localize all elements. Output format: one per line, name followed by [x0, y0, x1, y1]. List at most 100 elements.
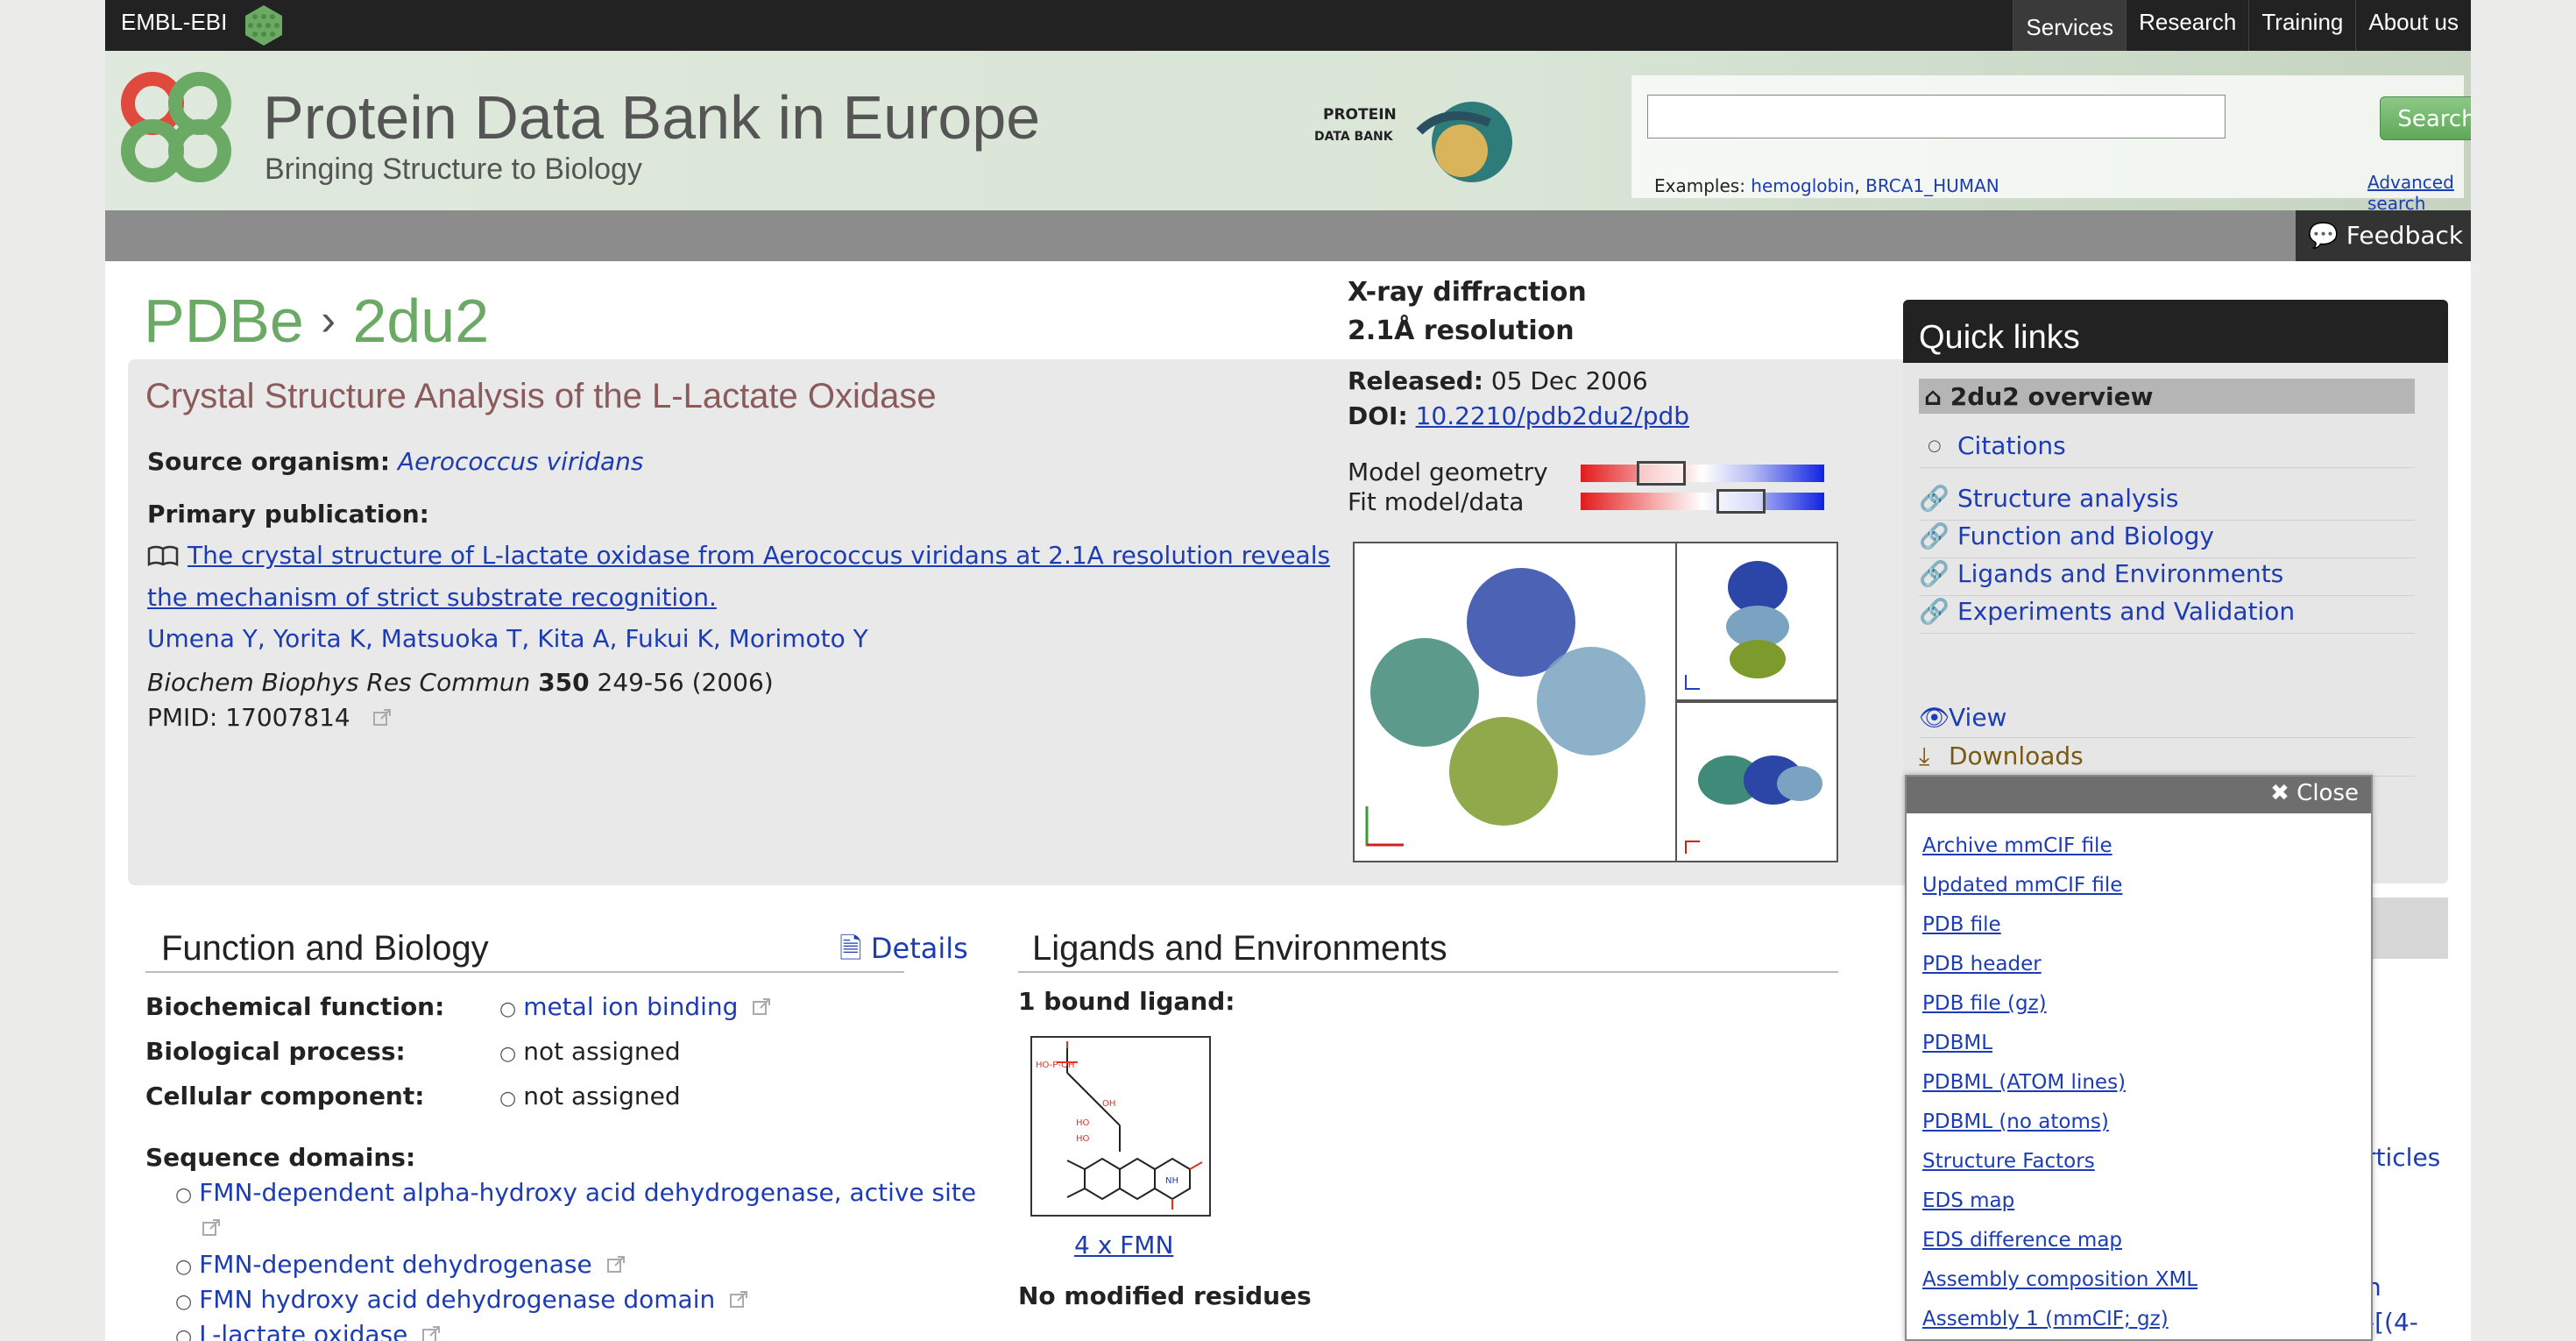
external-link-icon[interactable]	[752, 997, 771, 1017]
function-biology-title: Function and Biology	[161, 929, 489, 968]
download-item[interactable]: EDS difference map	[1922, 1229, 2122, 1252]
example-brca1[interactable]: BRCA1_HUMAN	[1865, 175, 1999, 196]
pdbe-masthead: Protein Data Bank in Europe Bringing Str…	[105, 51, 2471, 214]
close-button[interactable]: ✖ Close	[2270, 780, 2359, 806]
link-icon: 🔗	[1919, 484, 1950, 513]
document-icon: 🗎	[839, 932, 862, 965]
download-item[interactable]: EDS map	[1922, 1189, 2014, 1212]
pdbe-logo[interactable]	[119, 70, 233, 184]
download-item[interactable]: PDB file	[1922, 913, 2001, 936]
breadcrumb-entry-id: 2du2	[352, 287, 490, 355]
ebi-nav: Services Research Training About us	[2013, 0, 2471, 51]
publication-title-link[interactable]: The crystal structure of L-lactate oxida…	[147, 541, 1330, 612]
download-item[interactable]: PDBML	[1922, 1032, 1992, 1054]
biological-process-label: Biological process:	[145, 1037, 406, 1066]
quick-link-downloads[interactable]: ⤓ Downloads	[1919, 741, 2415, 777]
biochemical-function-value: ○ metal ion binding	[499, 992, 771, 1021]
sequence-domain-link[interactable]: FMN hydroxy acid dehydrogenase domain	[199, 1285, 715, 1314]
download-item[interactable]: Assembly composition XML	[1922, 1268, 2197, 1291]
quick-link-structure-analysis[interactable]: 🔗 Structure analysis	[1919, 484, 2415, 521]
validation-labels: Model geometry Fit model/data	[1348, 458, 1548, 516]
quick-link-view[interactable]: 👁 View	[1919, 703, 2415, 738]
eye-icon: 👁	[1919, 703, 1950, 732]
download-item[interactable]: PDBML (no atoms)	[1922, 1110, 2109, 1133]
download-item[interactable]: Archive mmCIF file	[1922, 834, 2112, 857]
download-item[interactable]: Structure Factors	[1922, 1150, 2095, 1173]
side-panel-partial: rticles n -[(4-	[2366, 898, 2448, 1341]
section-divider	[145, 971, 904, 973]
author-link[interactable]: Matsuoka T	[381, 624, 522, 653]
metal-ion-binding-link[interactable]: metal ion binding	[523, 992, 738, 1021]
author-link[interactable]: Morimoto Y	[729, 624, 868, 653]
external-link-icon[interactable]	[421, 1325, 441, 1341]
biochemical-function-label: Biochemical function:	[145, 992, 445, 1021]
ebi-logo[interactable]: EMBL-EBI	[121, 9, 227, 36]
svg-text:HO-P-OH: HO-P-OH	[1036, 1061, 1074, 1070]
structure-image-side[interactable]	[1675, 542, 1838, 701]
quick-link-function-biology[interactable]: 🔗 Function and Biology	[1919, 522, 2415, 558]
download-item[interactable]: PDBML (ATOM lines)	[1922, 1071, 2126, 1094]
source-organism-link[interactable]: Aerococcus viridans	[398, 447, 643, 476]
fmn-ligand-link[interactable]: 4 x FMN	[1074, 1231, 1173, 1259]
sequence-domain-link[interactable]: L-lactate oxidase	[199, 1320, 407, 1341]
external-link-icon[interactable]	[729, 1290, 748, 1309]
model-geometry-slider[interactable]	[1581, 461, 1824, 486]
svg-text:NH: NH	[1165, 1176, 1178, 1186]
nav-research[interactable]: Research	[2126, 0, 2248, 51]
author-link[interactable]: Yorita K	[273, 624, 365, 653]
quick-link-ligands[interactable]: 🔗 Ligands and Environments	[1919, 559, 2415, 596]
download-item[interactable]: Updated mmCIF file	[1922, 874, 2122, 897]
side-panel-text[interactable]: rticles	[2366, 1143, 2440, 1172]
sequence-domain-link[interactable]: FMN-dependent alpha-hydroxy acid dehydro…	[199, 1178, 976, 1207]
svg-text:HO: HO	[1076, 1118, 1090, 1128]
nav-training[interactable]: Training	[2248, 0, 2355, 51]
example-hemoglobin[interactable]: hemoglobin	[1751, 175, 1854, 196]
cellular-component-label: Cellular component:	[145, 1082, 425, 1110]
ebi-topbar: EMBL-EBI Services Research Training Abou…	[105, 0, 2471, 51]
nav-about-us[interactable]: About us	[2355, 0, 2471, 51]
breadcrumb-separator: ›	[321, 295, 336, 344]
quick-link-citations[interactable]: ○ Citations	[1919, 431, 2415, 468]
section-divider	[1018, 971, 1838, 973]
author-link[interactable]: Fukui K	[625, 624, 712, 653]
breadcrumb-root[interactable]: PDBe	[144, 287, 304, 355]
ligands-title: Ligands and Environments	[1032, 929, 1447, 968]
experiment-method: X-ray diffraction 2.1Å resolution	[1348, 277, 1587, 346]
advanced-search-link[interactable]: Advanced search	[2367, 172, 2464, 214]
download-item[interactable]: PDB header	[1922, 953, 2042, 976]
download-item[interactable]: Assembly 1 (mmCIF; gz)	[1922, 1308, 2169, 1330]
side-panel-text[interactable]: -[(4-	[2366, 1308, 2418, 1337]
fit-model-slider[interactable]	[1581, 489, 1824, 514]
bullet-icon: ○	[175, 1184, 193, 1206]
author-link[interactable]: Umena Y	[147, 624, 258, 653]
quick-links-title: Quick links	[1903, 300, 2448, 363]
author-link[interactable]: Kita A	[537, 624, 609, 653]
fmn-ligand-image[interactable]: HO-P-OH OH HO HO NH	[1030, 1036, 1211, 1217]
sequence-domain-link[interactable]: FMN-dependent dehydrogenase	[199, 1250, 592, 1279]
details-link[interactable]: 🗎 Details	[839, 929, 968, 976]
close-icon: ✖	[2270, 780, 2289, 806]
nav-services[interactable]: Services	[2013, 0, 2127, 51]
link-icon: 🔗	[1919, 522, 1950, 550]
external-link-icon[interactable]	[202, 1218, 221, 1238]
external-link-icon[interactable]	[606, 1255, 626, 1274]
external-link-icon[interactable]	[372, 708, 392, 727]
quick-link-overview[interactable]: ⌂ 2du2 overview	[1919, 379, 2415, 414]
structure-image-main[interactable]	[1353, 542, 1677, 862]
download-item[interactable]: PDB file (gz)	[1922, 992, 2047, 1015]
link-icon: 🔗	[1919, 597, 1950, 626]
structure-image-top[interactable]	[1675, 701, 1838, 862]
no-modified-residues: No modified residues	[1018, 1281, 1312, 1310]
svg-text:DATA BANK: DATA BANK	[1314, 130, 1394, 144]
page: EMBL-EBI Services Research Training Abou…	[105, 0, 2471, 1341]
search-button[interactable]: Search	[2380, 96, 2471, 140]
entry-title: Crystal Structure Analysis of the L-Lact…	[145, 377, 937, 415]
header-grey-bar	[105, 210, 2471, 261]
quick-link-experiments[interactable]: 🔗 Experiments and Validation	[1919, 597, 2415, 634]
feedback-button[interactable]: 💬 Feedback	[2296, 210, 2471, 261]
downloads-popup-header: ✖ Close	[1907, 777, 2371, 813]
biological-process-value: ○ not assigned	[499, 1037, 681, 1066]
doi-link[interactable]: 10.2210/pdb2du2/pdb	[1416, 401, 1689, 430]
site-title[interactable]: Protein Data Bank in Europe	[263, 82, 1040, 153]
search-input[interactable]	[1647, 95, 2226, 138]
